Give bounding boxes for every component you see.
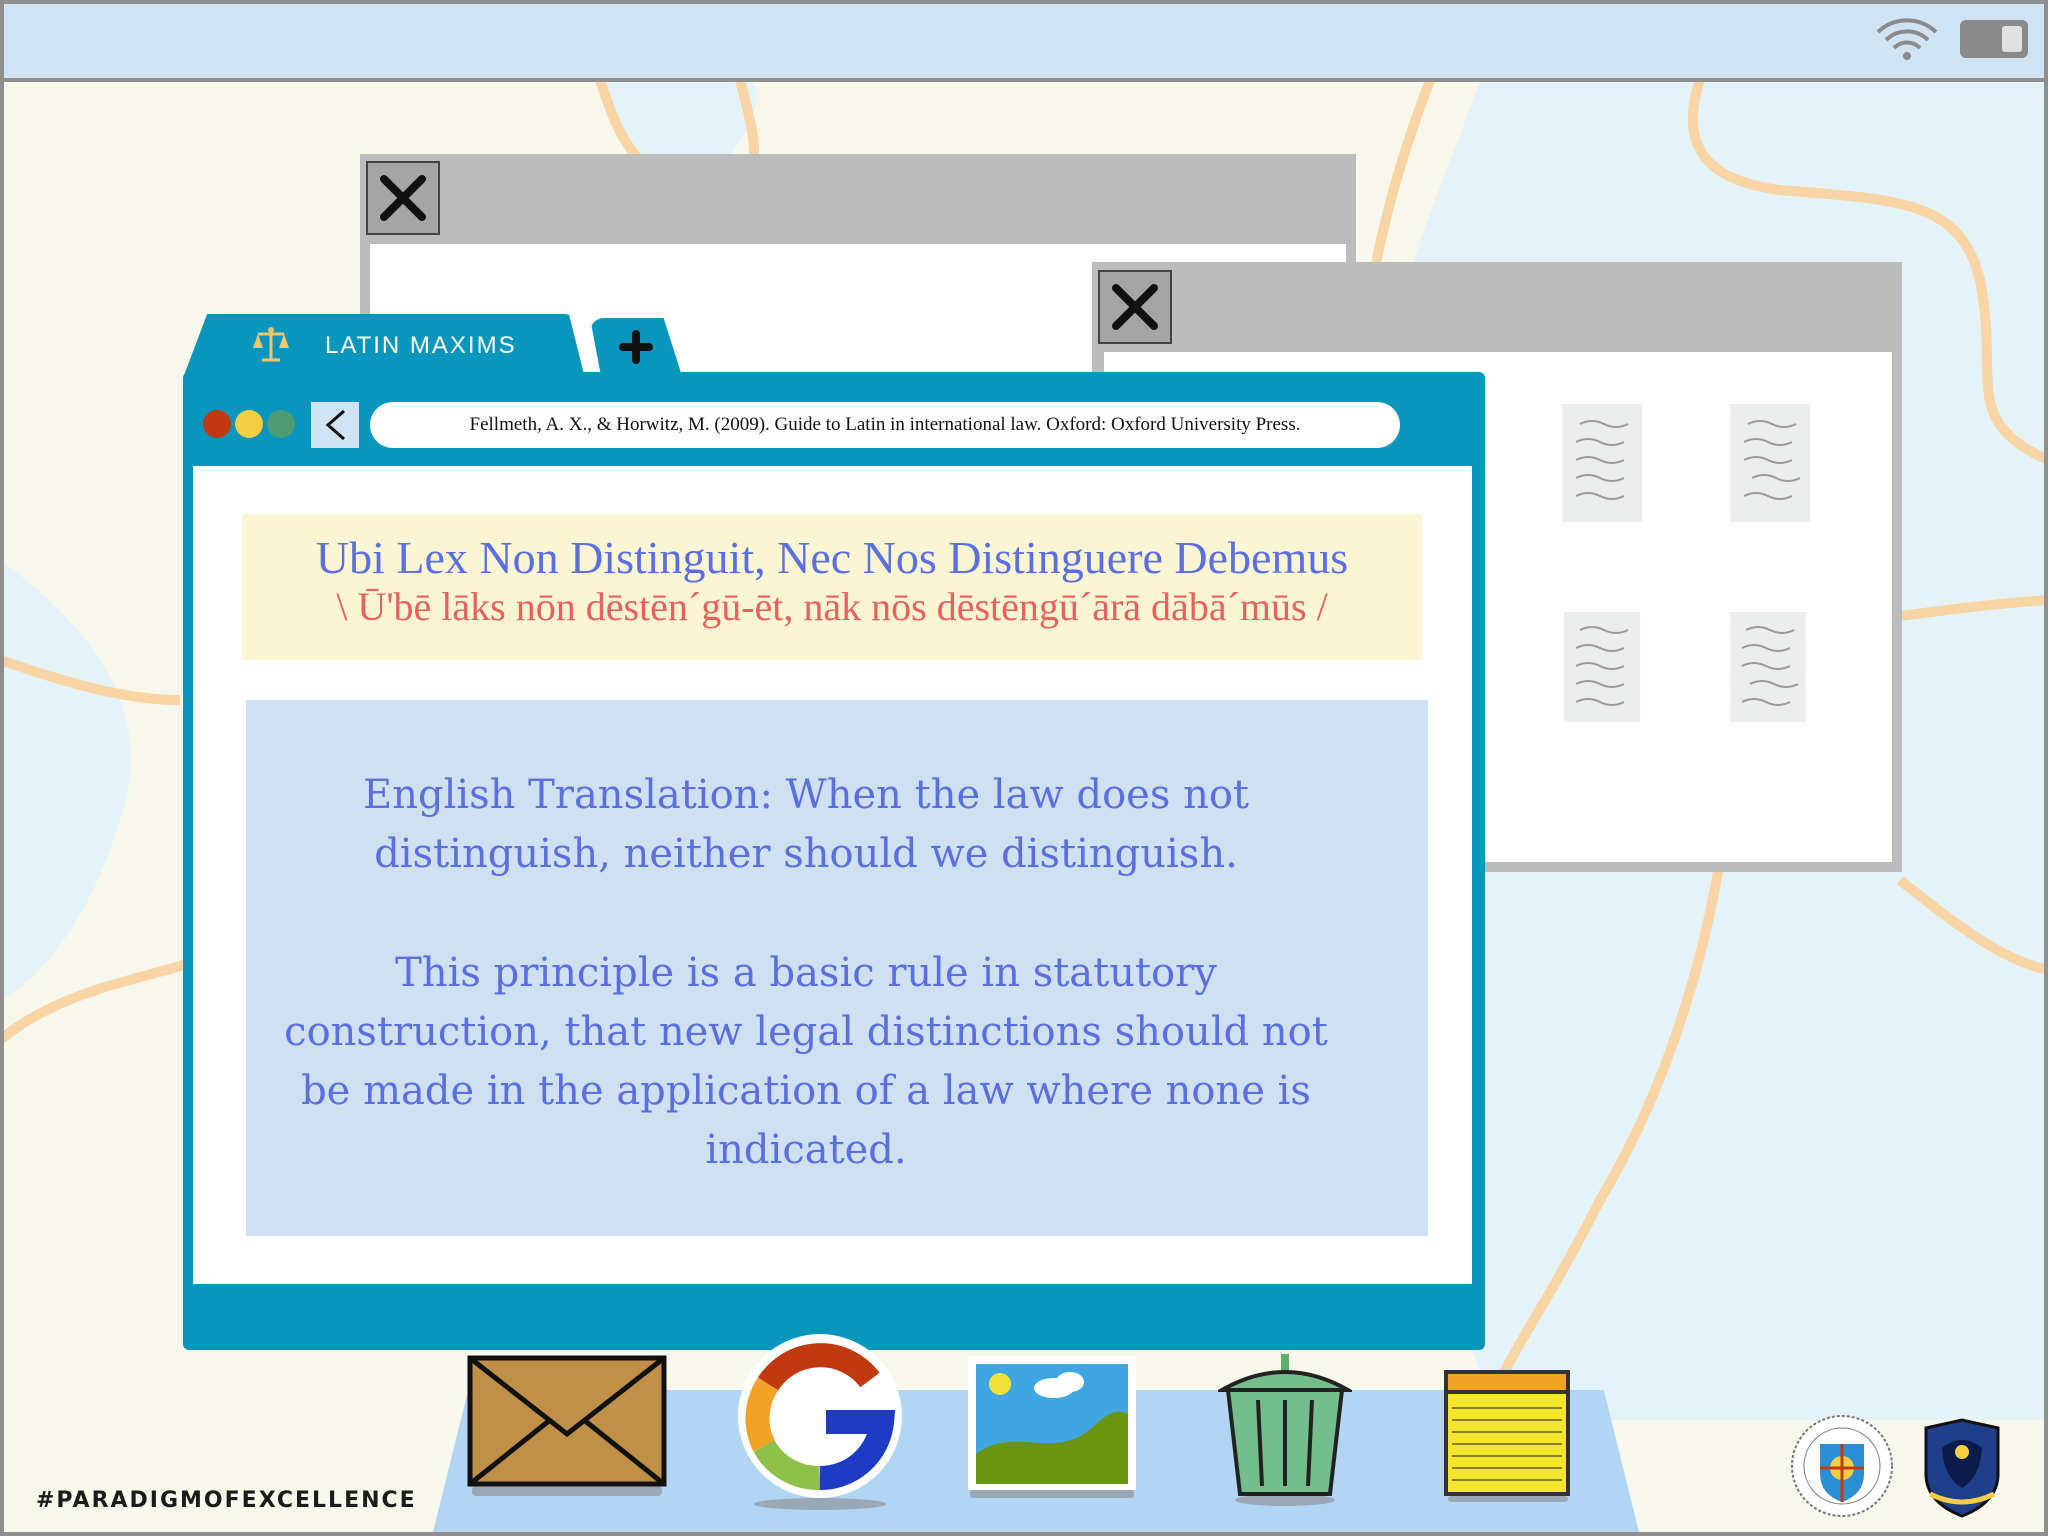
plus-icon: [619, 330, 653, 364]
close-icon: [380, 175, 426, 221]
maxim-header: Ubi Lex Non Distinguit, Nec Nos Distingu…: [242, 514, 1422, 660]
maxim-title: Ubi Lex Non Distinguit, Nec Nos Distingu…: [315, 532, 1349, 583]
document-icon: [1562, 404, 1642, 522]
photos-icon[interactable]: [966, 1354, 1138, 1500]
hashtag-text: #PARADIGMOFEXCELLENCE: [36, 1488, 417, 1513]
maxim-description: English Translation: When the law does n…: [246, 700, 1428, 1236]
mail-icon[interactable]: [466, 1354, 668, 1496]
trash-icon[interactable]: [1218, 1354, 1352, 1506]
close-window-button[interactable]: [366, 161, 440, 235]
top-status-bar: [4, 4, 2044, 82]
google-icon[interactable]: [734, 1330, 906, 1512]
university-seal-logo: [1791, 1415, 1893, 1517]
window-close-dot[interactable]: [203, 410, 231, 438]
english-translation: English Translation: When the law does n…: [363, 772, 1249, 877]
maxim-pronunciation: \ Ū'bē lāks nōn dēstēn´gū-ēt, nāk nōs dē…: [336, 584, 1328, 629]
maxim-explanation: This principle is a basic rule in statut…: [284, 950, 1328, 1173]
close-icon: [1112, 284, 1158, 330]
tab-label: LATIN MAXIMS: [325, 332, 517, 359]
wifi-icon: [1876, 18, 1938, 60]
document-icon: [1564, 612, 1640, 722]
chevron-left-icon: [325, 409, 345, 441]
notes-icon[interactable]: [1444, 1370, 1570, 1504]
window-minimize-dot[interactable]: [235, 410, 263, 438]
document-icon: [1730, 404, 1810, 522]
crest-logo: [1924, 1418, 2000, 1518]
window-maximize-dot[interactable]: [267, 410, 295, 438]
address-text: Fellmeth, A. X., & Horwitz, M. (2009). G…: [469, 414, 1301, 435]
scales-of-justice-icon: [253, 327, 289, 362]
back-button[interactable]: [311, 402, 359, 448]
close-window-button[interactable]: [1098, 270, 1172, 344]
battery-icon: [1960, 20, 2028, 58]
document-icon: [1730, 612, 1806, 722]
address-bar[interactable]: Fellmeth, A. X., & Horwitz, M. (2009). G…: [370, 402, 1400, 448]
